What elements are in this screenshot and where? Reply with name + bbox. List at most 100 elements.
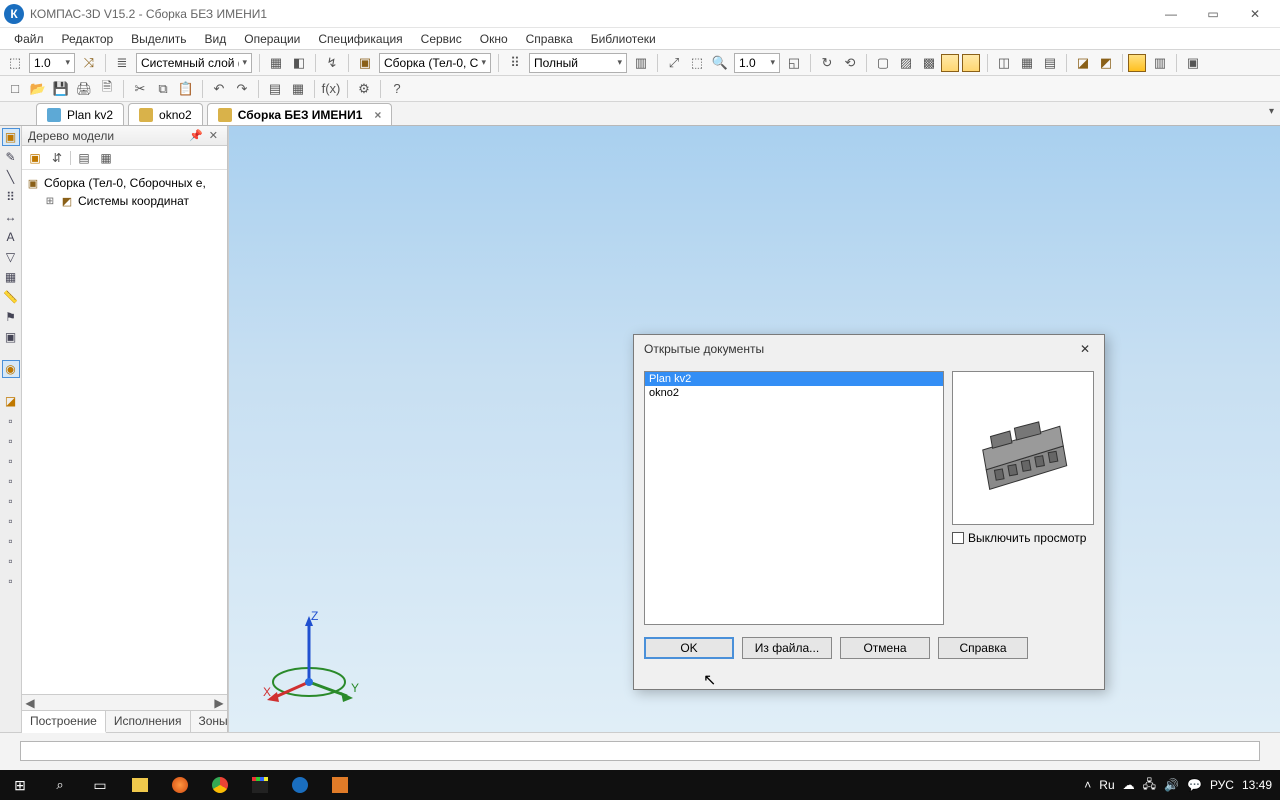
combo-layer[interactable]: Системный слой (0)▾ <box>136 53 252 73</box>
spec-icon[interactable]: ▦ <box>287 78 309 100</box>
hidden-icon[interactable]: ▨ <box>895 52 917 74</box>
copy-icon[interactable]: ⧉ <box>152 78 174 100</box>
op8-icon[interactable]: ▫ <box>2 552 20 570</box>
table-icon[interactable]: ▦ <box>2 268 20 286</box>
tb-icon-c1[interactable]: ◱ <box>783 52 805 74</box>
menu-operations[interactable]: Операции <box>236 30 308 48</box>
preview-icon[interactable]: 🗎 <box>96 78 118 100</box>
save-icon[interactable]: 💾 <box>50 78 72 100</box>
menu-view[interactable]: Вид <box>197 30 235 48</box>
tree-tab-build[interactable]: Построение <box>22 711 106 733</box>
add-part-icon[interactable]: ◪ <box>2 392 20 410</box>
op2-icon[interactable]: ▫ <box>2 432 20 450</box>
taskbar-app-6[interactable] <box>320 770 360 800</box>
zoom-in-icon[interactable]: 🔍 <box>709 52 731 74</box>
edit-assembly-icon[interactable]: ▣ <box>2 128 20 146</box>
tab-okno2[interactable]: okno2 <box>128 103 203 125</box>
model-tree[interactable]: ▣ Сборка (Тел-0, Сборочных е, ⊞ ◩ Систем… <box>22 170 227 694</box>
new-icon[interactable]: □ <box>4 78 26 100</box>
param-icon[interactable]: ⚑ <box>2 308 20 326</box>
minimize-button[interactable]: — <box>1150 1 1192 27</box>
measure-icon[interactable]: ▣ <box>2 328 20 346</box>
shaded-icon[interactable]: ▩ <box>918 52 940 74</box>
menu-window[interactable]: Окно <box>472 30 516 48</box>
combo-zoom-2[interactable]: 1.0▾ <box>734 53 780 73</box>
tree-tab-variants[interactable]: Исполнения <box>106 711 191 732</box>
cancel-button[interactable]: Отмена <box>840 637 930 659</box>
tb-icon-a2[interactable]: ◧ <box>288 52 310 74</box>
expand-icon[interactable]: ⊞ <box>44 196 56 207</box>
section-icon[interactable]: ▥ <box>1149 52 1171 74</box>
pin-icon[interactable]: 📌 <box>186 129 206 142</box>
3d-viewport[interactable]: Z X Y Открытые документы ✕ Plan kv2 okno… <box>228 126 1280 732</box>
redo-icon[interactable]: ↷ <box>231 78 253 100</box>
taskbar-app-firefox[interactable] <box>160 770 200 800</box>
symbol-icon[interactable]: ▽ <box>2 248 20 266</box>
properties-icon[interactable]: ▤ <box>264 78 286 100</box>
view-icon-2[interactable]: ◩ <box>1095 52 1117 74</box>
menu-file[interactable]: Файл <box>6 30 52 48</box>
help-context-icon[interactable]: ? <box>386 78 408 100</box>
menu-edit[interactable]: Редактор <box>54 30 122 48</box>
menu-libs[interactable]: Библиотеки <box>583 30 664 48</box>
tb-icon-b1[interactable]: ⠿ <box>504 52 526 74</box>
tree-root-icon[interactable]: ▣ <box>354 52 376 74</box>
tray-cloud-icon[interactable]: ☁ <box>1123 778 1135 792</box>
list-item[interactable]: Plan kv2 <box>645 372 943 386</box>
checkbox-box[interactable] <box>952 532 964 544</box>
menu-help[interactable]: Справка <box>518 30 581 48</box>
tabs-dropdown-icon[interactable]: ▾ <box>1269 106 1274 117</box>
vars-icon[interactable]: ⚙ <box>353 78 375 100</box>
list-item[interactable]: okno2 <box>645 386 943 400</box>
xray-icon[interactable] <box>1128 54 1146 72</box>
disable-preview-checkbox[interactable]: Выключить просмотр <box>952 531 1094 545</box>
tree-tool-3[interactable]: ▤ <box>75 149 93 167</box>
wireframe-icon[interactable]: ▢ <box>872 52 894 74</box>
tray-notify-icon[interactable]: 💬 <box>1187 778 1202 792</box>
op7-icon[interactable]: ▫ <box>2 532 20 550</box>
view-icon-1[interactable]: ◪ <box>1072 52 1094 74</box>
shaded-edges-icon[interactable] <box>941 54 959 72</box>
sketch-icon[interactable]: ✎ <box>2 148 20 166</box>
command-input[interactable] <box>20 741 1260 761</box>
orbit-icon[interactable]: ⟲ <box>839 52 861 74</box>
text-icon[interactable]: A <box>2 228 20 246</box>
ok-button[interactable]: OK <box>644 637 734 659</box>
panel-close-icon[interactable]: ✕ <box>206 129 221 142</box>
op1-icon[interactable]: ▫ <box>2 412 20 430</box>
persp-icon-2[interactable]: ▦ <box>1016 52 1038 74</box>
documents-listbox[interactable]: Plan kv2 okno2 <box>644 371 944 625</box>
tree-tool-4[interactable]: ▦ <box>97 149 115 167</box>
op5-icon[interactable]: ▫ <box>2 492 20 510</box>
taskbar-app-4[interactable] <box>240 770 280 800</box>
menu-select[interactable]: Выделить <box>123 30 194 48</box>
maximize-button[interactable]: ▭ <box>1192 1 1234 27</box>
tab-current-assembly[interactable]: Сборка БЕЗ ИМЕНИ1 × <box>207 103 393 125</box>
op3-icon[interactable]: ▫ <box>2 452 20 470</box>
zoom-fit-icon[interactable]: ⤢ <box>663 52 685 74</box>
cut-icon[interactable]: ✂ <box>129 78 151 100</box>
tb-icon-a1[interactable]: ▦ <box>265 52 287 74</box>
toggle-icon-1[interactable]: ⤨ <box>78 52 100 74</box>
print-icon[interactable]: 🖨 <box>73 78 95 100</box>
tb-icon-a3[interactable]: ↯ <box>321 52 343 74</box>
tray-lang-2[interactable]: РУС <box>1210 778 1234 792</box>
tb-icon-b2[interactable]: ▥ <box>630 52 652 74</box>
undo-icon[interactable]: ↶ <box>208 78 230 100</box>
op4-icon[interactable]: ▫ <box>2 472 20 490</box>
taskbar-search-icon[interactable]: ⌕ <box>40 770 80 800</box>
simplify-icon[interactable]: ▣ <box>1182 52 1204 74</box>
open-icon[interactable]: 📂 <box>27 78 49 100</box>
rendered-icon[interactable] <box>962 54 980 72</box>
rotate-icon[interactable]: ↻ <box>816 52 838 74</box>
from-file-button[interactable]: Из файла... <box>742 637 832 659</box>
combo-zoom-1[interactable]: 1.0▾ <box>29 53 75 73</box>
fx-icon[interactable]: f(x) <box>320 78 342 100</box>
persp-icon-1[interactable]: ◫ <box>993 52 1015 74</box>
pattern-icon[interactable]: ⠿ <box>2 188 20 206</box>
help-button[interactable]: Справка <box>938 637 1028 659</box>
menu-service[interactable]: Сервис <box>413 30 470 48</box>
tray-lang-1[interactable]: Ru <box>1099 778 1114 792</box>
taskbar-app-chrome[interactable] <box>200 770 240 800</box>
start-button[interactable]: ⊞ <box>0 770 40 800</box>
